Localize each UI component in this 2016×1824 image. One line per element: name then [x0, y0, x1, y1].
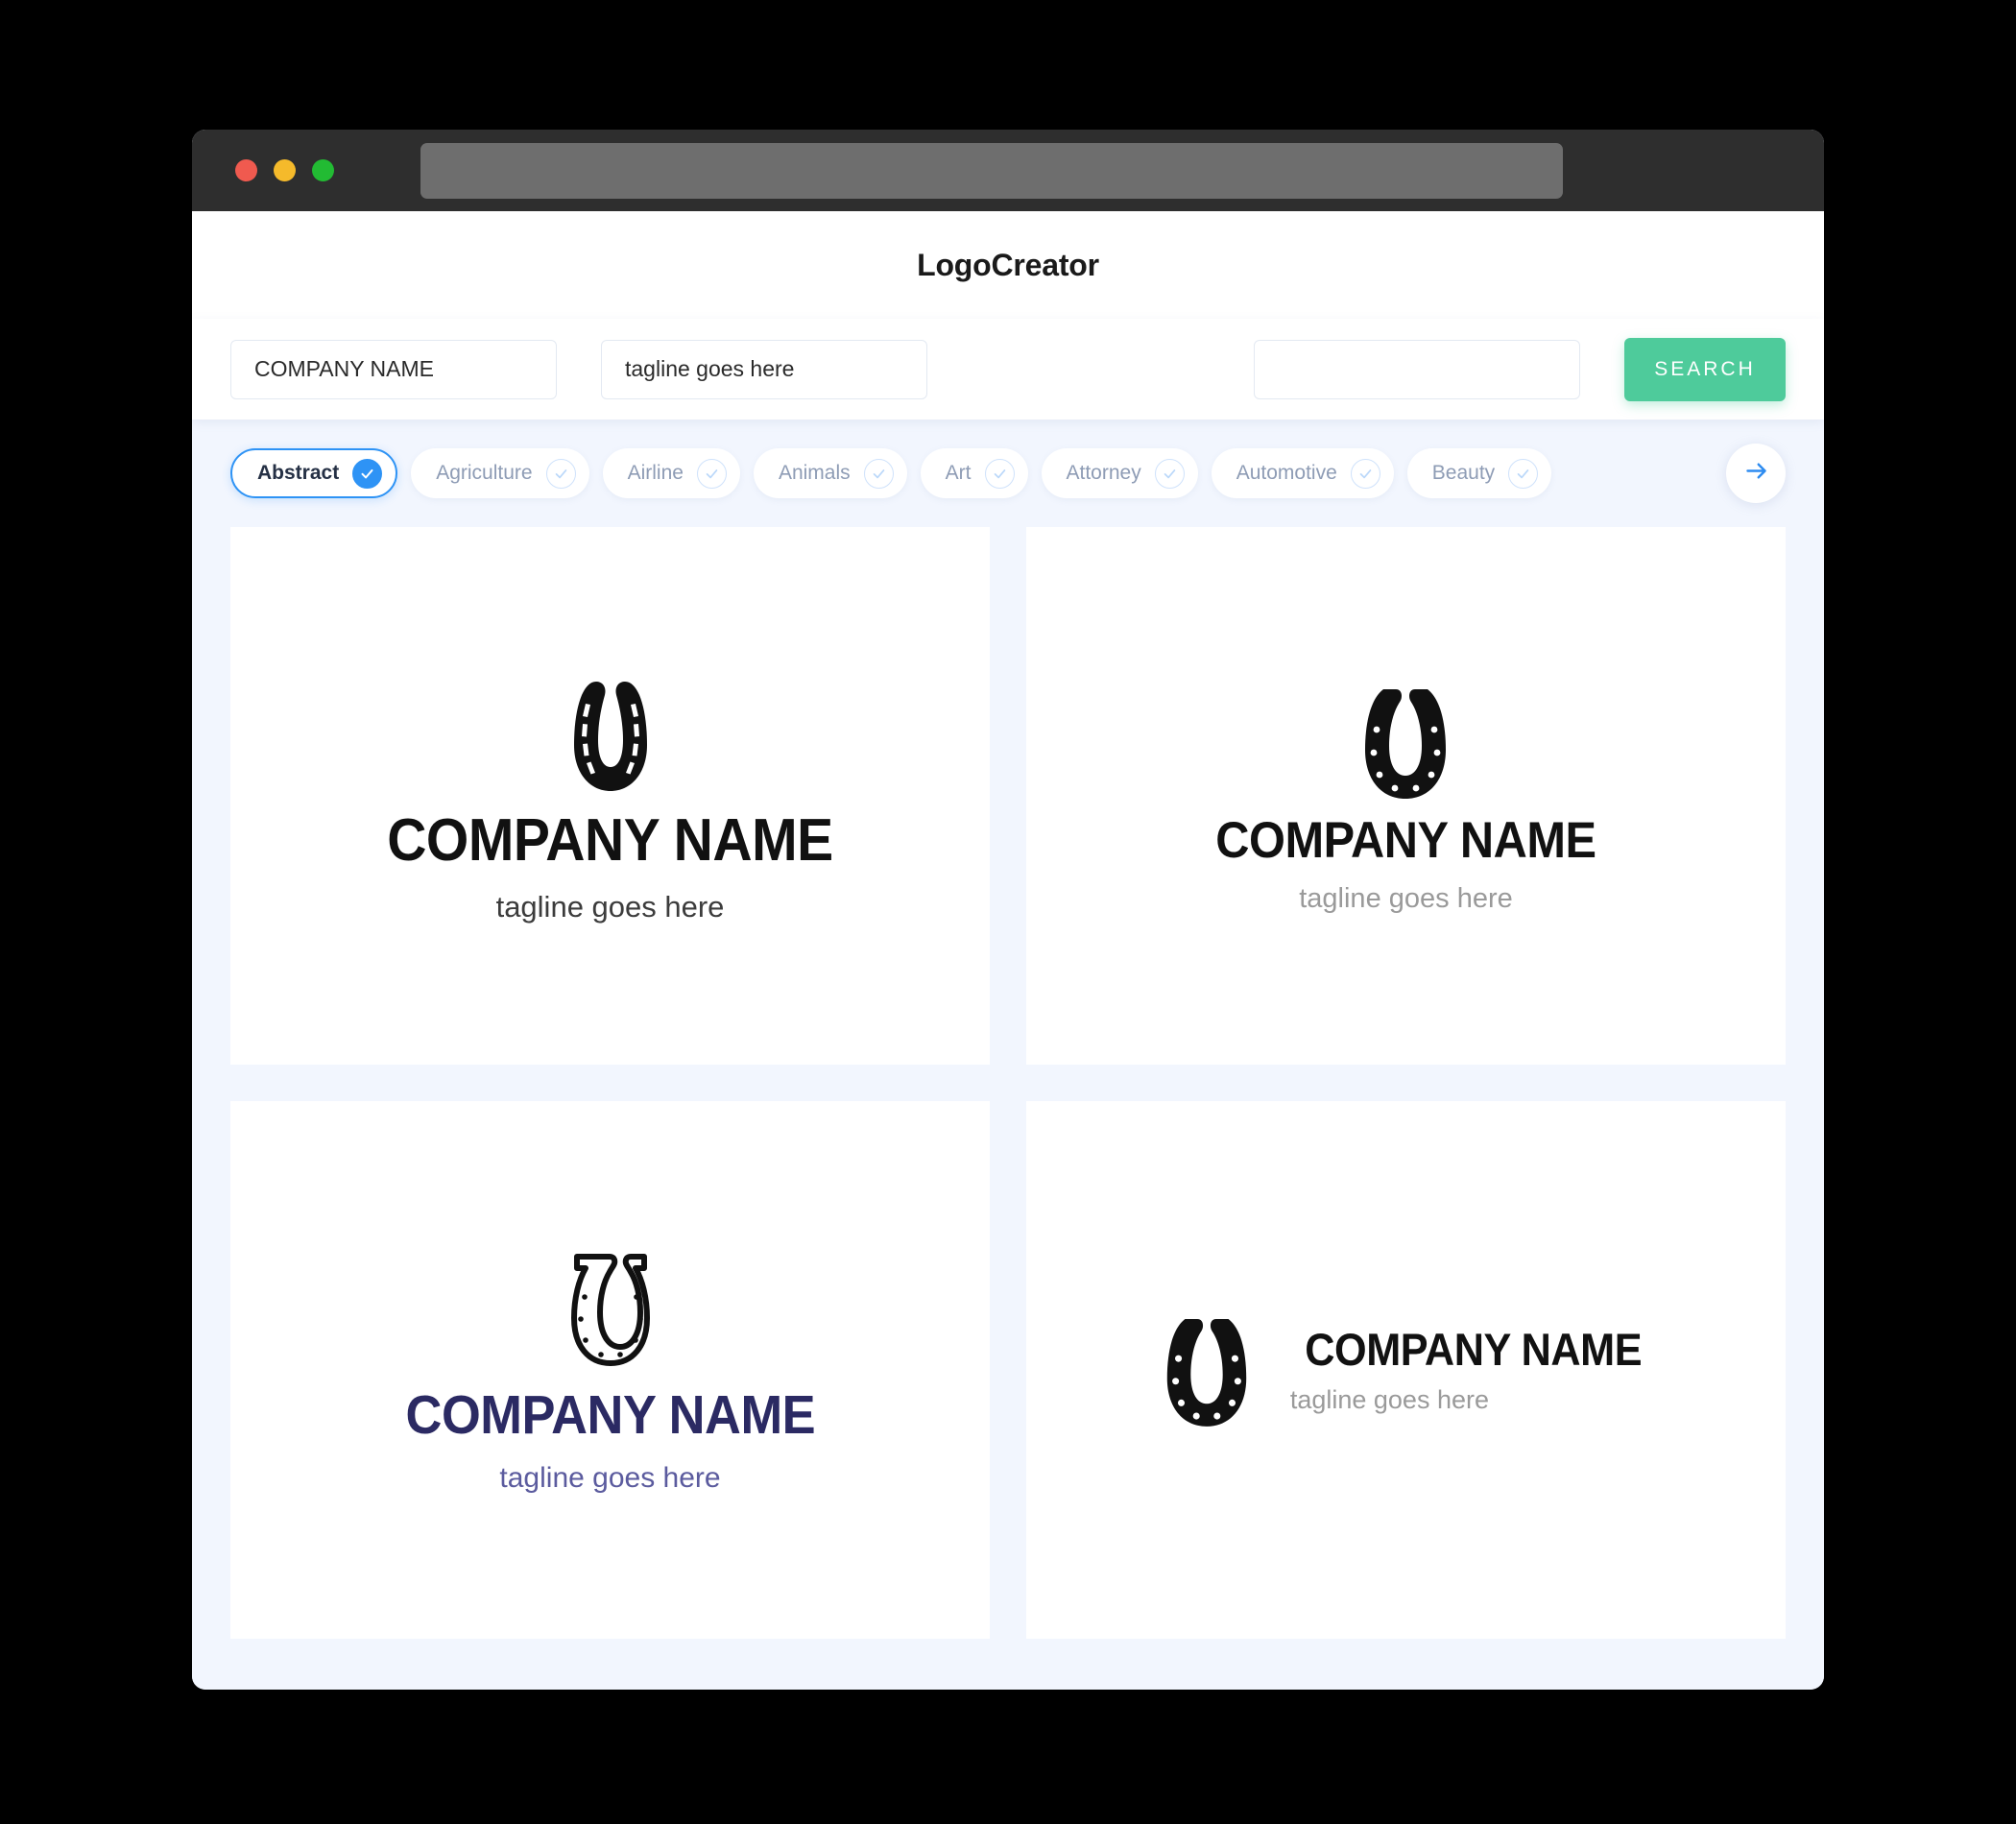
category-filter-row: Abstract Agriculture Airline Animals Art… [230, 420, 1786, 527]
horseshoe-solid-holes-icon [1156, 1309, 1258, 1431]
category-chip-animals[interactable]: Animals [753, 448, 907, 498]
logo-company-name: COMPANY NAME [1305, 1324, 1642, 1375]
logo-grid: COMPANY NAME tagline goes here COMPANY N… [230, 527, 1786, 1639]
category-chip-agriculture[interactable]: Agriculture [411, 448, 589, 498]
url-bar[interactable] [420, 142, 1563, 199]
horseshoe-solid-holes-icon [1354, 680, 1457, 804]
logo-card[interactable]: COMPANY NAME tagline goes here [230, 527, 990, 1065]
category-chip-automotive[interactable]: Automotive [1211, 448, 1394, 498]
company-name-input[interactable] [230, 339, 557, 399]
check-icon [696, 458, 727, 489]
content-area: Abstract Agriculture Airline Animals Art… [192, 420, 1824, 1690]
logo-company-name: COMPANY NAME [387, 807, 833, 874]
category-chip-airline[interactable]: Airline [602, 448, 740, 498]
logo-tagline: tagline goes here [1289, 1385, 1489, 1414]
logo-card[interactable]: COMPANY NAME tagline goes here [1026, 1101, 1786, 1639]
logo-tagline: tagline goes here [499, 1462, 721, 1494]
maximize-button[interactable] [312, 159, 334, 181]
search-button[interactable]: SEARCH [1624, 337, 1786, 401]
next-categories-button[interactable] [1726, 444, 1786, 503]
page-title: LogoCreator [917, 247, 1099, 282]
check-icon [352, 458, 383, 489]
horseshoe-solid-dashes-icon [554, 670, 667, 796]
logo-card[interactable]: COMPANY NAME tagline goes here [230, 1101, 990, 1639]
traffic-lights [235, 159, 334, 181]
check-icon [1508, 458, 1539, 489]
keyword-input[interactable] [1254, 339, 1580, 399]
logo-company-name: COMPANY NAME [405, 1384, 815, 1446]
logo-tagline: tagline goes here [1299, 882, 1513, 914]
category-chip-label: Attorney [1066, 462, 1141, 484]
browser-window: LogoCreator SEARCH Abstract Agriculture [192, 130, 1824, 1690]
category-chip-label: Beauty [1431, 462, 1496, 484]
logo-card[interactable]: COMPANY NAME tagline goes here [1026, 527, 1786, 1065]
category-chip-label: Art [945, 462, 972, 484]
browser-titlebar [192, 130, 1824, 211]
category-chip-label: Airline [627, 462, 684, 484]
category-chip-beauty[interactable]: Beauty [1406, 448, 1552, 498]
minimize-button[interactable] [274, 159, 296, 181]
app-header: LogoCreator [192, 211, 1824, 319]
close-button[interactable] [235, 159, 257, 181]
category-chip-label: Automotive [1236, 462, 1337, 484]
category-chip-attorney[interactable]: Attorney [1041, 448, 1198, 498]
category-chip-abstract[interactable]: Abstract [230, 448, 398, 498]
logo-tagline: tagline goes here [495, 890, 725, 924]
tagline-input[interactable] [601, 339, 927, 399]
category-chip-label: Abstract [257, 462, 340, 484]
check-icon [1350, 458, 1380, 489]
check-icon [984, 458, 1015, 489]
search-bar: SEARCH [192, 319, 1824, 420]
check-icon [1154, 458, 1185, 489]
category-chip-label: Animals [778, 462, 851, 484]
logo-company-name: COMPANY NAME [1215, 811, 1596, 869]
horseshoe-outline-icon [558, 1247, 663, 1373]
check-icon [863, 458, 894, 489]
category-chip-art[interactable]: Art [920, 448, 1028, 498]
check-icon [545, 458, 576, 489]
category-chip-label: Agriculture [436, 462, 533, 484]
arrow-right-icon [1743, 458, 1769, 489]
